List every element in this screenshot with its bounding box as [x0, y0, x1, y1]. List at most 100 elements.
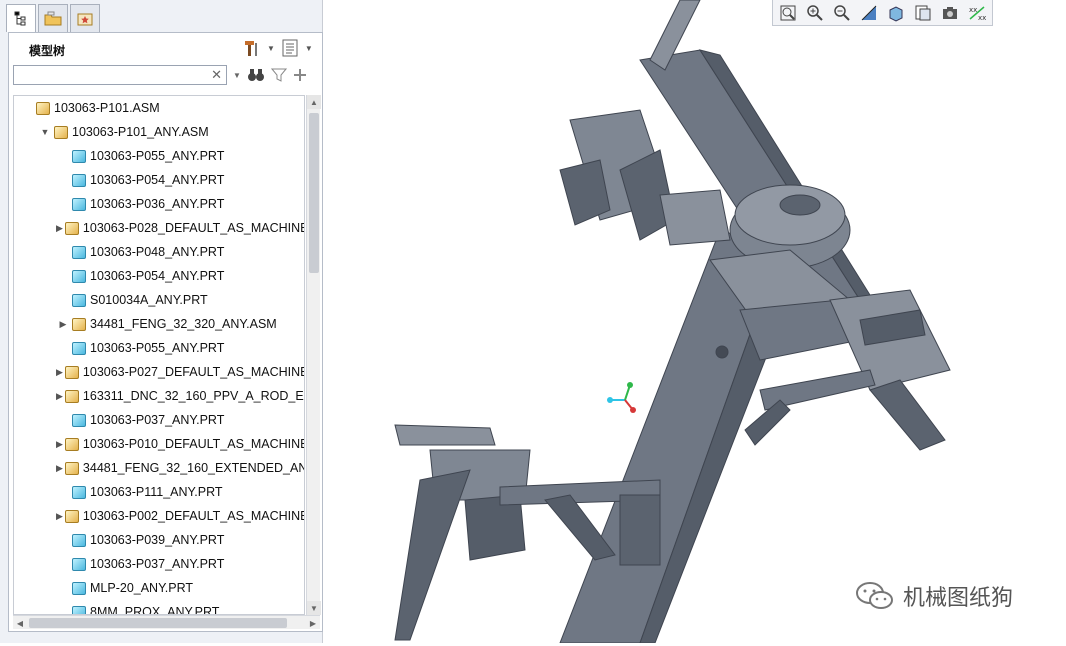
chevron-down-icon[interactable]: ▼	[267, 44, 275, 53]
assembly-icon	[64, 365, 79, 379]
assembly-icon	[72, 317, 86, 331]
tree-item-label: 103063-P055_ANY.PRT	[90, 149, 225, 163]
saved-views-icon	[915, 5, 931, 21]
expand-icon[interactable]: ▶	[56, 463, 63, 474]
part-icon	[72, 197, 86, 211]
tree-item[interactable]: ▶ 103063-P002_DEFAULT_AS_MACHINED	[14, 504, 304, 528]
tree-item-label: 103063-P101.ASM	[54, 101, 160, 115]
horizontal-scrollbar[interactable]: ◀ ▶	[13, 615, 320, 629]
expand-icon[interactable]: ▶	[56, 223, 63, 234]
tree-item[interactable]: MLP-20_ANY.PRT	[14, 576, 304, 600]
assembly-model	[394, 0, 951, 644]
assembly-icon	[64, 437, 79, 451]
csys-triad	[607, 382, 636, 413]
tree-item[interactable]: ▶ 103063-P027_DEFAULT_AS_MACHINED	[14, 360, 304, 384]
tree-item[interactable]: ▶ 163311_DNC_32_160_PPV_A_ROD_EXT.A	[14, 384, 304, 408]
graphics-viewport[interactable]	[323, 0, 1066, 644]
chevron-down-icon[interactable]: ▼	[305, 44, 313, 53]
scroll-up-icon[interactable]: ▲	[307, 95, 321, 109]
collapse-icon[interactable]: ▼	[38, 127, 52, 137]
model-tree: 103063-P101.ASM ▼ 103063-P101_ANY.ASM 10306…	[13, 95, 305, 615]
datum-display-icon: xxxx	[969, 6, 986, 22]
navigator-tabs	[6, 4, 100, 32]
tab-folder-browser[interactable]	[38, 4, 68, 32]
tree-item[interactable]: 103063-P111_ANY.PRT	[14, 480, 304, 504]
part-icon	[72, 557, 86, 571]
expand-icon[interactable]: ▶	[56, 319, 70, 330]
refit-icon	[780, 5, 796, 21]
tree-item[interactable]: 8MM_PROX_ANY.PRT	[14, 600, 304, 614]
search-field[interactable]: ✕	[13, 65, 227, 85]
saved-views-button[interactable]	[910, 1, 936, 25]
tree-item-label: 103063-P111_ANY.PRT	[90, 485, 223, 499]
wechat-logo-icon	[856, 582, 893, 609]
filter-icon[interactable]	[270, 68, 287, 82]
expand-icon[interactable]: ▶	[56, 511, 63, 522]
tree-item[interactable]: 103063-P037_ANY.PRT	[14, 408, 304, 432]
tree-item[interactable]: 103063-P039_ANY.PRT	[14, 528, 304, 552]
tree-item-label: 103063-P036_ANY.PRT	[90, 197, 225, 211]
scroll-thumb[interactable]	[309, 113, 319, 273]
expand-icon[interactable]: ▶	[56, 391, 63, 402]
camera-button[interactable]	[937, 1, 963, 25]
vertical-scrollbar[interactable]: ▲ ▼	[306, 95, 321, 615]
datum-display-button[interactable]: xx xx	[964, 1, 990, 25]
search-tools: ▼	[233, 68, 307, 82]
tree-item[interactable]: 103063-P048_ANY.PRT	[14, 240, 304, 264]
favorites-icon	[77, 13, 93, 25]
repaint-icon	[861, 5, 877, 21]
tree-item[interactable]: 103063-P036_ANY.PRT	[14, 192, 304, 216]
tree-item[interactable]: ▶ 34481_FENG_32_320_ANY.ASM	[14, 312, 304, 336]
tab-favorites[interactable]	[70, 4, 100, 32]
tree-item-label: 163311_DNC_32_160_PPV_A_ROD_EXT.A	[82, 389, 304, 403]
tab-model-tree[interactable]	[6, 4, 36, 32]
display-style-button[interactable]	[883, 1, 909, 25]
settings-button[interactable]	[241, 38, 263, 58]
show-button[interactable]	[279, 38, 301, 58]
part-icon	[72, 245, 86, 259]
scroll-thumb[interactable]	[29, 618, 287, 628]
expand-icon[interactable]: ▶	[56, 367, 63, 378]
zoom-in-button[interactable]	[802, 1, 828, 25]
tree-item[interactable]: ▶ 34481_FENG_32_160_EXTENDED_ANY.A	[14, 456, 304, 480]
refit-button[interactable]	[775, 1, 801, 25]
expand-icon[interactable]: ▶	[56, 439, 63, 450]
tree-item[interactable]: 103063-P055_ANY.PRT	[14, 336, 304, 360]
scroll-down-icon[interactable]: ▼	[307, 601, 321, 615]
tree-item-label: 103063-P010_DEFAULT_AS_MACHINED	[82, 437, 305, 451]
scroll-right-icon[interactable]: ▶	[306, 616, 320, 630]
tree-item-label: 103063-P054_ANY.PRT	[90, 269, 225, 283]
watermark: 机械图纸狗	[855, 580, 1013, 612]
model-tree-icon	[14, 11, 26, 25]
svg-text:xx: xx	[969, 6, 977, 14]
tree-item[interactable]: 103063-P054_ANY.PRT	[14, 264, 304, 288]
tree-item[interactable]: ▼ 103063-P101_ANY.ASM	[14, 120, 304, 144]
tree-item[interactable]: 103063-P054_ANY.PRT	[14, 168, 304, 192]
close-icon[interactable]: ✕	[211, 67, 222, 83]
part-icon	[72, 173, 86, 187]
assembly-icon	[64, 509, 79, 523]
tree-item[interactable]: ▶ 103063-P028_DEFAULT_AS_MACHINED	[14, 216, 304, 240]
svg-text:xx: xx	[978, 14, 986, 22]
tree-item-label: 103063-P028_DEFAULT_AS_MACHINED	[82, 221, 305, 235]
search-input[interactable]	[14, 66, 204, 84]
binoculars-icon[interactable]	[247, 68, 265, 82]
tree-item-label: MLP-20_ANY.PRT	[90, 581, 194, 595]
folder-icon	[44, 11, 62, 25]
zoom-out-button[interactable]	[829, 1, 855, 25]
tree-item[interactable]: 103063-P055_ANY.PRT	[14, 144, 304, 168]
add-icon[interactable]	[293, 68, 307, 82]
tree-item[interactable]: S010034A_ANY.PRT	[14, 288, 304, 312]
tree-item-label: 103063-P002_DEFAULT_AS_MACHINED	[82, 509, 305, 523]
part-icon	[72, 485, 86, 499]
repaint-button[interactable]	[856, 1, 882, 25]
scroll-left-icon[interactable]: ◀	[13, 616, 27, 630]
display-style-icon	[889, 6, 903, 22]
camera-icon	[943, 7, 957, 19]
tree-item-label: 103063-P054_ANY.PRT	[90, 173, 225, 187]
tree-item[interactable]: ▶ 103063-P010_DEFAULT_AS_MACHINED	[14, 432, 304, 456]
tree-item-label: 103063-P055_ANY.PRT	[90, 341, 225, 355]
chevron-down-icon[interactable]: ▼	[233, 71, 241, 80]
tree-item[interactable]: 103063-P037_ANY.PRT	[14, 552, 304, 576]
tree-item[interactable]: 103063-P101.ASM	[14, 96, 304, 120]
